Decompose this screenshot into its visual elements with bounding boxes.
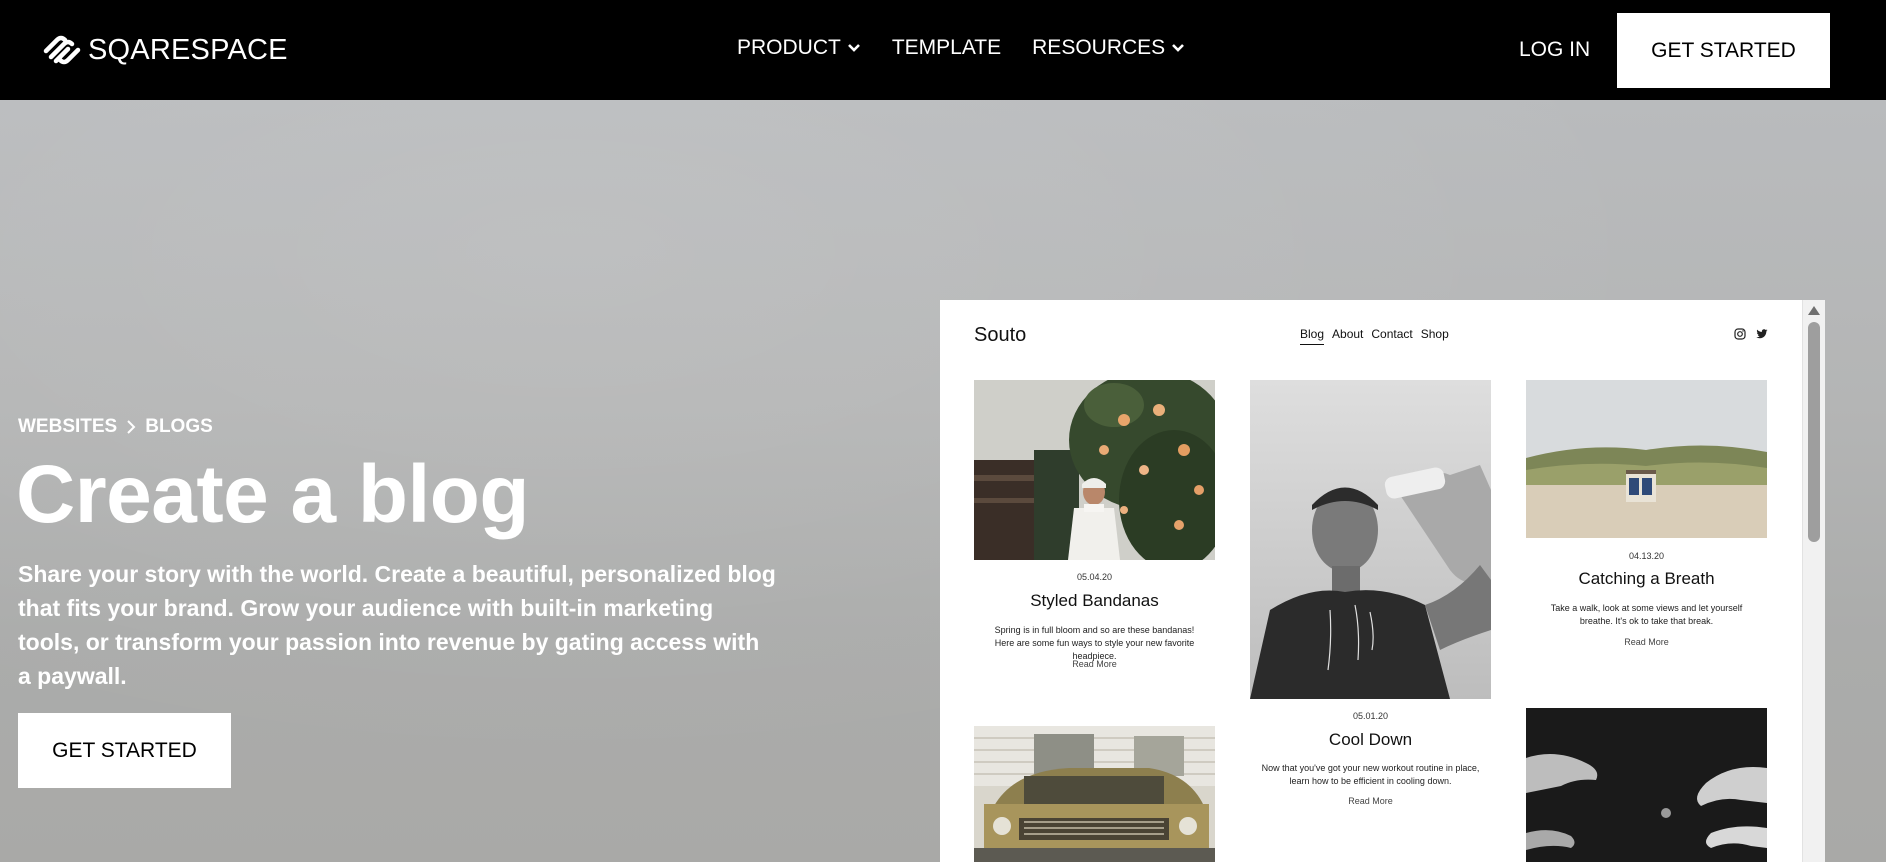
chevron-down-icon (847, 44, 860, 52)
post-excerpt-line: learn how to be efficient in cooling dow… (1289, 776, 1452, 786)
flower-portrait-photo (974, 380, 1215, 560)
hero-get-started-button[interactable]: GET STARTED (18, 713, 231, 788)
beach-photo (1526, 380, 1767, 538)
chevron-right-icon (127, 420, 136, 434)
man-water-photo (1250, 380, 1491, 699)
login-link[interactable]: LOG IN (1519, 38, 1590, 62)
preview-nav: Blog About Contact Shop (1300, 327, 1457, 345)
hands-photo (1526, 708, 1767, 862)
post-excerpt-line: breathe. It's ok to take that break. (1579, 616, 1714, 626)
post-excerpt-line: Take a walk, look at some views and let … (1550, 603, 1743, 613)
scroll-thumb[interactable] (1808, 322, 1820, 542)
post-excerpt-line: Now that you've got your new workout rou… (1261, 763, 1480, 773)
post-image-catching-a-breath[interactable] (1526, 380, 1767, 538)
preview-nav-shop[interactable]: Shop (1421, 327, 1449, 345)
nav-resources-label: RESOURCES (1032, 36, 1166, 59)
scroll-up-arrow-icon[interactable] (1808, 306, 1820, 315)
main-menu: PRODUCT TEMPLATE RESOURCES (737, 36, 1185, 60)
hero-description: Share your story with the world. Create … (18, 561, 776, 689)
nav-product[interactable]: PRODUCT (737, 36, 861, 60)
preview-scrollbar[interactable] (1802, 300, 1825, 862)
post-image-car[interactable] (974, 726, 1215, 862)
post-image-styled-bandanas[interactable] (974, 380, 1215, 560)
nav-product-label: PRODUCT (737, 36, 841, 59)
post-date: 05.01.20 (1352, 711, 1389, 721)
read-more-link[interactable]: Read More (974, 659, 1215, 669)
breadcrumb-blogs[interactable]: BLOGS (145, 416, 213, 438)
preview-site-name: Souto (974, 324, 1027, 346)
post-excerpt: Take a walk, look at some views and let … (1526, 602, 1767, 628)
hero-section: WEBSITES BLOGS Create a blog Share your … (0, 100, 1886, 862)
squarespace-logo-icon (43, 35, 81, 65)
post-excerpt: Spring is in full bloom and so are these… (974, 624, 1215, 663)
nav-resources[interactable]: RESOURCES (1032, 36, 1185, 60)
preview-nav-about[interactable]: About (1332, 327, 1363, 345)
nav-template-label: TEMPLATE (891, 36, 1002, 59)
top-navigation: SQARESPACE PRODUCT TEMPLATE RESOURCES LO… (0, 0, 1886, 100)
read-more-link[interactable]: Read More (1250, 796, 1491, 806)
template-preview[interactable]: Souto Blog About Contact Shop 05.04.20 S… (940, 300, 1825, 862)
post-date: 04.13.20 (1628, 551, 1665, 561)
post-title[interactable]: Styled Bandanas (974, 591, 1215, 611)
post-title[interactable]: Catching a Breath (1526, 569, 1767, 589)
brand-logo[interactable]: SQARESPACE (42, 33, 288, 67)
preview-nav-contact[interactable]: Contact (1371, 327, 1412, 345)
get-started-button[interactable]: GET STARTED (1617, 13, 1830, 88)
preview-nav-blog[interactable]: Blog (1300, 327, 1325, 345)
read-more-link[interactable]: Read More (1526, 637, 1767, 647)
vintage-car-photo (974, 726, 1215, 862)
instagram-icon[interactable] (1734, 328, 1746, 340)
breadcrumb-websites[interactable]: WEBSITES (18, 416, 117, 438)
post-excerpt: Now that you've got your new workout rou… (1250, 762, 1491, 788)
post-title[interactable]: Cool Down (1250, 730, 1491, 750)
brand-name: SQARESPACE (88, 33, 288, 66)
post-image-cool-down[interactable] (1250, 380, 1491, 699)
post-excerpt-line: Spring is in full bloom and so are these… (994, 625, 1195, 635)
post-date: 05.04.20 (1076, 572, 1113, 582)
post-image-hands[interactable] (1526, 708, 1767, 862)
chevron-down-icon (1172, 44, 1185, 52)
twitter-icon[interactable] (1756, 328, 1768, 340)
preview-social-links (1734, 328, 1778, 340)
page-title: Create a blog (16, 449, 529, 540)
breadcrumb: WEBSITES BLOGS (18, 416, 213, 438)
nav-template[interactable]: TEMPLATE (892, 36, 1001, 60)
